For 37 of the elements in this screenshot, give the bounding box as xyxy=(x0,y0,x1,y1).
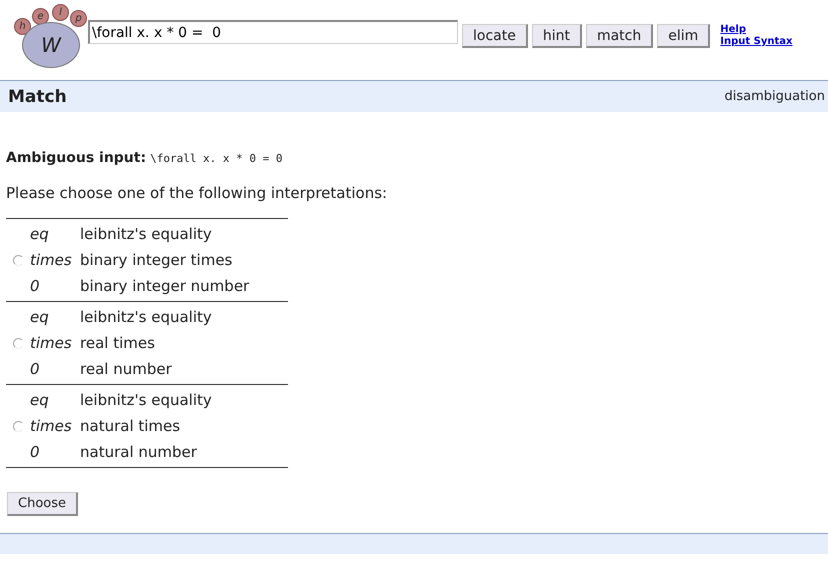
radio-button[interactable] xyxy=(12,254,24,266)
symbol-name: 0 xyxy=(30,277,41,295)
hint-button[interactable]: hint xyxy=(532,24,582,48)
match-button[interactable]: match xyxy=(586,24,654,48)
symbol-name: times xyxy=(30,251,73,269)
logo-letter: l xyxy=(52,4,69,21)
locate-button[interactable]: locate xyxy=(462,24,528,48)
symbol-meaning: real times xyxy=(80,334,155,352)
symbol-name: times xyxy=(30,334,73,352)
page-title: Match xyxy=(8,86,67,106)
symbol-meaning: natural times xyxy=(80,417,180,435)
symbol-name: times xyxy=(30,417,73,435)
ambiguous-label: Ambiguous input: xyxy=(6,150,146,166)
symbol-name: 0 xyxy=(30,443,41,461)
section-label: disambiguation xyxy=(724,89,825,104)
symbol-meaning: real number xyxy=(80,360,172,378)
symbol-meaning: leibnitz's equality xyxy=(80,308,212,326)
symbol-name: 0 xyxy=(30,360,41,378)
choose-button[interactable]: Choose xyxy=(7,492,78,516)
radio-button[interactable] xyxy=(12,420,24,432)
prompt-text: Please choose one of the following interpretations: xyxy=(6,184,388,202)
symbol-meaning: binary integer times xyxy=(80,251,232,269)
elim-button[interactable]: elim xyxy=(657,24,710,48)
ambiguous-text: \forall x. x * 0 = 0 xyxy=(150,152,283,165)
symbol-meaning: natural number xyxy=(80,443,197,461)
link[interactable]: Input Syntax xyxy=(720,36,792,48)
logo-letter: p xyxy=(70,10,87,27)
symbol-meaning: binary integer number xyxy=(80,277,250,295)
symbol-meaning: leibnitz's equality xyxy=(80,391,212,409)
symbol-meaning: leibnitz's equality xyxy=(80,225,212,243)
link[interactable]: Help xyxy=(720,24,792,36)
symbol-name: eq xyxy=(30,225,50,243)
logo-letter: e xyxy=(32,8,49,25)
symbol-name: eq xyxy=(30,308,50,326)
symbol-name: eq xyxy=(30,391,50,409)
search-field[interactable]: \forall x. x * 0 = 0 xyxy=(88,20,458,44)
radio-button[interactable] xyxy=(12,338,24,348)
